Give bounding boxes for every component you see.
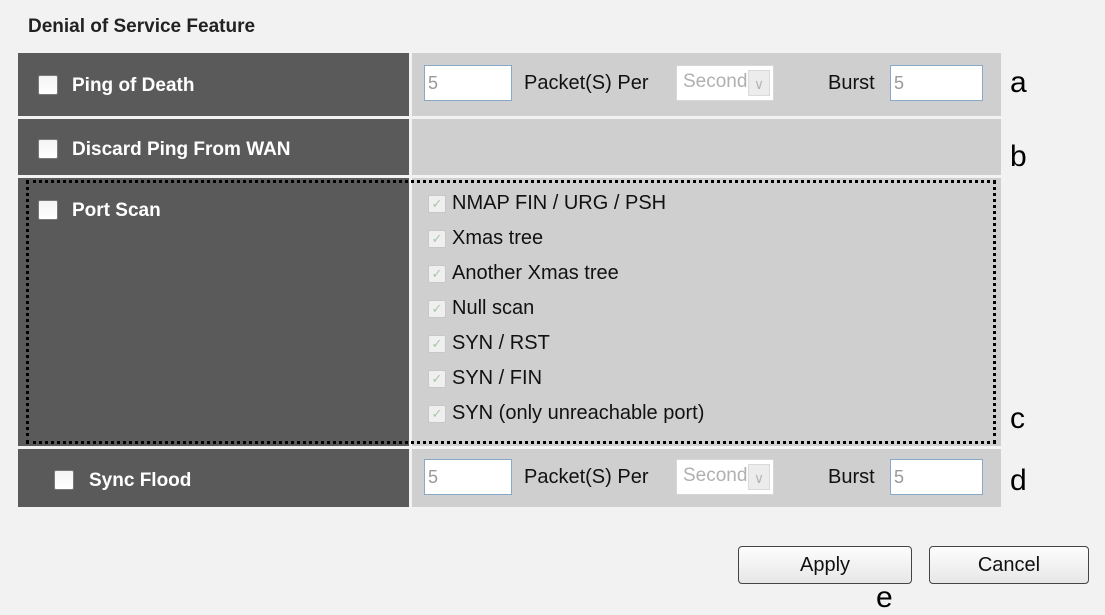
sync-flood-label-cell: Sync Flood	[18, 449, 409, 507]
port-scan-option-label: SYN / RST	[452, 332, 550, 354]
discard-ping-checkbox[interactable]	[38, 139, 58, 159]
port-scan-label: Port Scan	[72, 200, 161, 221]
discard-ping-value-cell	[412, 119, 1001, 175]
sync-flood-burst-label: Burst	[828, 466, 875, 488]
ping-of-death-burst-label: Burst	[828, 72, 875, 94]
sync-flood-burst-input[interactable]	[890, 459, 983, 495]
ping-of-death-packets-per-label: Packet(S) Per	[524, 72, 649, 94]
sync-flood-checkbox[interactable]	[54, 470, 74, 490]
check-icon: ✓	[428, 265, 446, 283]
ping-of-death-unit-value: Second	[683, 71, 748, 92]
port-scan-row: Port Scan ✓ NMAP FIN / URG / PSH ✓ Xmas …	[18, 178, 1001, 446]
check-icon: ✓	[428, 195, 446, 213]
ping-of-death-label-cell: Ping of Death	[18, 53, 409, 116]
check-icon: ✓	[428, 335, 446, 353]
port-scan-checkbox[interactable]	[38, 200, 58, 220]
callout-marker-d: d	[1010, 464, 1027, 497]
apply-button[interactable]: Apply	[738, 546, 912, 584]
port-scan-value-cell: ✓ NMAP FIN / URG / PSH ✓ Xmas tree ✓ Ano…	[412, 178, 1001, 446]
cancel-button[interactable]: Cancel	[929, 546, 1089, 584]
check-icon: ✓	[428, 370, 446, 388]
ping-of-death-burst-input[interactable]	[890, 65, 983, 101]
callout-marker-b: b	[1010, 140, 1027, 173]
ping-of-death-row: Ping of Death Packet(S) Per Second ∨ Bur…	[18, 53, 1001, 116]
callout-marker-e: e	[876, 581, 893, 614]
ping-of-death-label: Ping of Death	[72, 75, 195, 96]
dos-settings-page: Denial of Service Feature Ping of Death …	[0, 0, 1105, 615]
check-icon: ✓	[428, 230, 446, 248]
check-icon: ✓	[428, 405, 446, 423]
port-scan-option-label: NMAP FIN / URG / PSH	[452, 192, 667, 214]
ping-of-death-checkbox[interactable]	[38, 75, 58, 95]
port-scan-option-label: Null scan	[452, 297, 535, 319]
port-scan-option-label: SYN / FIN	[452, 367, 543, 389]
chevron-down-icon: ∨	[748, 464, 770, 490]
port-scan-label-cell: Port Scan	[18, 178, 409, 446]
sync-flood-unit-value: Second	[683, 465, 748, 486]
discard-ping-label: Discard Ping From WAN	[72, 139, 291, 160]
port-scan-option-label: Another Xmas tree	[452, 262, 619, 284]
sync-flood-packets-input[interactable]	[424, 459, 512, 495]
ping-of-death-packets-input[interactable]	[424, 65, 512, 101]
callout-marker-a: a	[1010, 66, 1027, 99]
port-scan-option-label: Xmas tree	[452, 227, 544, 249]
page-title: Denial of Service Feature	[28, 16, 256, 37]
chevron-down-icon: ∨	[748, 70, 770, 96]
sync-flood-value-cell: Packet(S) Per Second ∨ Burst	[412, 449, 1001, 507]
port-scan-option-label: SYN (only unreachable port)	[452, 402, 705, 424]
sync-flood-packets-per-label: Packet(S) Per	[524, 466, 649, 488]
ping-of-death-value-cell: Packet(S) Per Second ∨ Burst	[412, 53, 1001, 116]
discard-ping-label-cell: Discard Ping From WAN	[18, 119, 409, 175]
sync-flood-row: Sync Flood Packet(S) Per Second ∨ Burst	[18, 449, 1001, 507]
callout-marker-c: c	[1010, 402, 1025, 435]
sync-flood-label: Sync Flood	[89, 470, 192, 491]
sync-flood-unit-select[interactable]: Second ∨	[676, 459, 774, 495]
check-icon: ✓	[428, 300, 446, 318]
discard-ping-row: Discard Ping From WAN	[18, 119, 1001, 175]
ping-of-death-unit-select[interactable]: Second ∨	[676, 65, 774, 101]
